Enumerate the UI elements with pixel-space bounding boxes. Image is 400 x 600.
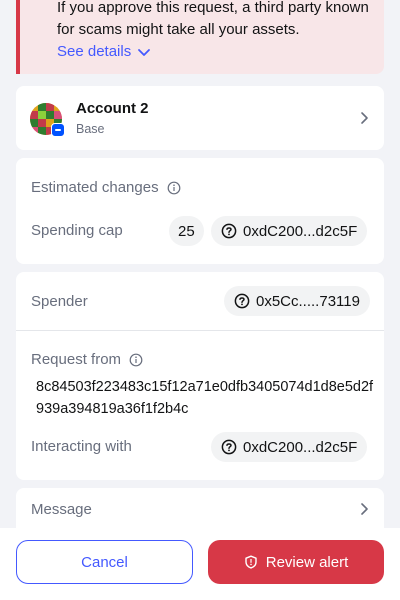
info-icon[interactable] (167, 181, 181, 195)
interacting-with-label: Interacting with (31, 438, 132, 455)
token-address: 0xdC200...d2c5F (243, 222, 358, 240)
message-row[interactable]: Message (16, 488, 384, 528)
question-circle-icon (221, 223, 237, 239)
request-from-heading: Request from (31, 351, 143, 368)
token-address-pill[interactable]: 0xdC200...d2c5F (211, 216, 368, 246)
cancel-button[interactable]: Cancel (16, 540, 193, 584)
account-card[interactable]: Account 2 Base (16, 86, 384, 150)
info-icon[interactable] (129, 353, 143, 367)
account-network: Base (76, 122, 105, 136)
see-details-link[interactable]: See details (57, 41, 151, 63)
review-alert-button[interactable]: Review alert (208, 540, 384, 584)
footer-actions: Cancel Review alert (0, 528, 400, 600)
estimated-changes-card: Estimated changes Spending cap 25 0xdC20… (16, 158, 384, 264)
chevron-down-icon (138, 49, 151, 56)
spending-cap-label: Spending cap (31, 222, 123, 239)
interacting-with-address-pill[interactable]: 0xdC200...d2c5F (211, 432, 368, 462)
estimated-changes-title: Estimated changes (31, 179, 159, 196)
message-label: Message (31, 501, 92, 518)
spender-address: 0x5Cc.....73119 (256, 292, 360, 310)
question-circle-icon (221, 439, 237, 455)
transaction-details-card: Spender 0x5Cc.....73119 Request from 8c8… (16, 272, 384, 480)
danger-alert-banner: If you approve this request, a third par… (16, 0, 384, 74)
spender-label: Spender (31, 293, 88, 310)
review-alert-label: Review alert (265, 553, 349, 571)
chevron-right-icon (361, 503, 368, 515)
question-circle-icon (234, 293, 250, 309)
request-origin-value: 8c84503f223483c15f12a71e0dfb3405074d1d8e… (36, 379, 374, 417)
spending-cap-amount[interactable]: 25 (169, 216, 204, 246)
request-from-label: Request from (31, 351, 122, 368)
see-details-label: See details (57, 43, 132, 60)
interacting-with-address: 0xdC200...d2c5F (243, 438, 358, 456)
base-network-icon (51, 123, 65, 137)
divider (16, 330, 384, 331)
account-name: Account 2 (76, 100, 149, 117)
estimated-changes-heading: Estimated changes (31, 179, 181, 196)
shield-alert-icon (245, 555, 257, 569)
spender-address-pill[interactable]: 0x5Cc.....73119 (224, 286, 370, 316)
chevron-right-icon (361, 112, 368, 124)
alert-text: If you approve this request, a third par… (57, 0, 369, 38)
cancel-button-label: Cancel (81, 553, 128, 571)
